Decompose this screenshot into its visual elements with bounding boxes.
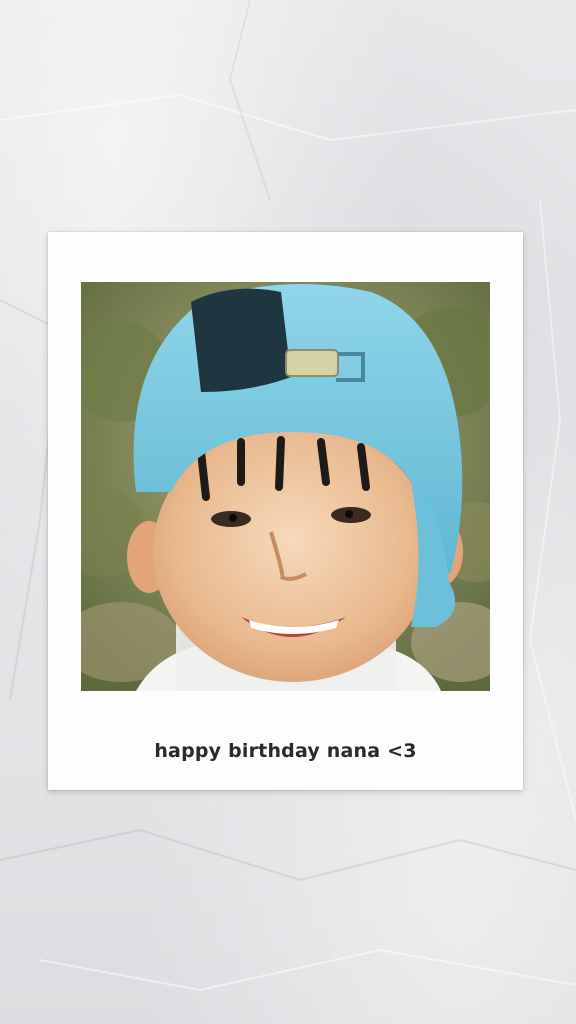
child-photo — [81, 282, 490, 691]
caption-text: happy birthday nana <3 — [154, 740, 417, 762]
child-portrait-image — [81, 282, 490, 691]
polaroid-frame: happy birthday nana <3 — [48, 232, 523, 790]
